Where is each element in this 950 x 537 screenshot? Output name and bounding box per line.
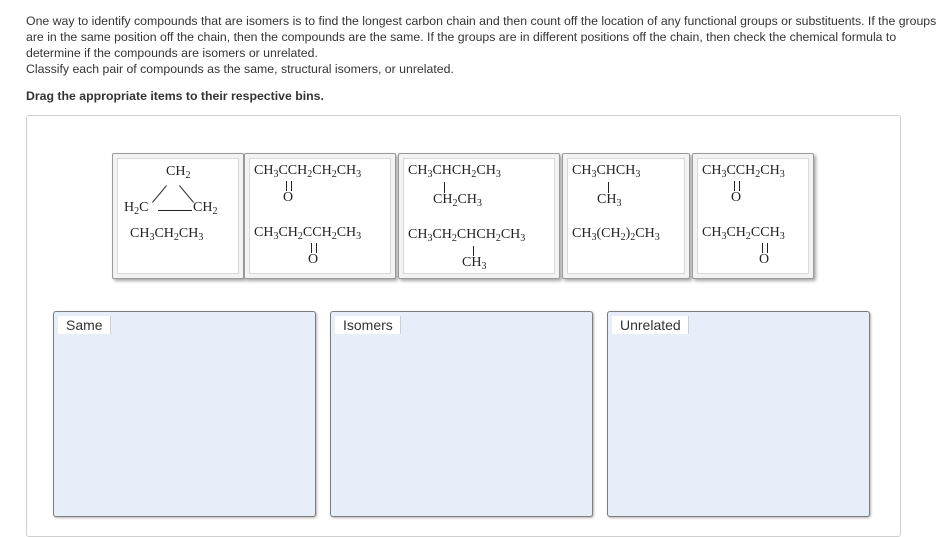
ring-bond-bottom — [158, 210, 192, 211]
alkane-top-formula: CH3CHCH2CH3 — [408, 163, 501, 180]
ring-left-h2c: H2C — [124, 200, 149, 217]
ring-bond-left — [152, 185, 167, 203]
ketone-top-formula: CH3CCH2CH2CH3 — [254, 163, 362, 180]
question-paragraph: One way to identify compounds that are i… — [26, 14, 937, 60]
methyl-substituent: CH3 — [597, 192, 622, 209]
butane-formula: CH3(CH2)2CH3 — [572, 226, 660, 243]
carbonyl-oxygen: O — [308, 252, 319, 267]
card-body: CH3CCH2CH2CH3 O CH3CH2CCH2CH3 O — [249, 158, 391, 274]
carbonyl-oxygen: O — [731, 190, 742, 205]
bin-same[interactable]: Same — [53, 311, 316, 517]
bin-isomers[interactable]: Isomers — [330, 311, 593, 517]
isobutane-formula: CH3CHCH3 — [572, 163, 641, 180]
draggable-card-cyclopropane-propane[interactable]: CH2 H2C CH2 CH3CH2CH3 — [112, 153, 244, 279]
card-body: CH3CHCH3 CH3 CH3(CH2)2CH3 — [567, 158, 685, 274]
bin-unrelated[interactable]: Unrelated — [607, 311, 870, 517]
question-text: One way to identify compounds that are i… — [26, 13, 941, 77]
carbonyl-oxygen: O — [759, 252, 770, 267]
draggable-card-2-pentanone-3-pentanone[interactable]: CH3CCH2CH2CH3 O CH3CH2CCH2CH3 O — [244, 153, 396, 279]
carbonyl-oxygen: O — [283, 190, 294, 205]
draggable-card-butanone[interactable]: CH3CCH2CH3 O CH3CH2CCH3 O — [692, 153, 814, 279]
alkane-bottom-formula: CH3CH2CHCH2CH3 — [408, 227, 526, 244]
card-body: CH3CCH2CH3 O CH3CH2CCH3 O — [697, 158, 809, 274]
bin-label: Isomers — [335, 316, 401, 334]
ketone-top-formula: CH3CCH2CH3 — [702, 163, 785, 180]
card-body: CH2 H2C CH2 CH3CH2CH3 — [117, 158, 239, 274]
question-task: Classify each pair of compounds as the s… — [26, 62, 454, 76]
ring-bond-right — [179, 185, 194, 203]
ketone-bottom-formula: CH3CH2CCH2CH3 — [254, 225, 362, 242]
draggable-card-isobutane-butane[interactable]: CH3CHCH3 CH3 CH3(CH2)2CH3 — [562, 153, 690, 279]
methyl-substituent: CH3 — [462, 255, 487, 272]
ring-top-ch2: CH2 — [166, 164, 191, 181]
ring-right-ch2: CH2 — [193, 200, 218, 217]
ketone-bottom-formula: CH3CH2CCH3 — [702, 225, 785, 242]
card-body: CH3CHCH2CH3 CH2CH3 CH3CH2CHCH2CH3 CH3 — [403, 158, 555, 274]
draggable-card-branched-alkanes[interactable]: CH3CHCH2CH3 CH2CH3 CH3CH2CHCH2CH3 CH3 — [398, 153, 560, 279]
ethyl-substituent: CH2CH3 — [433, 192, 482, 209]
bin-label: Same — [58, 316, 111, 334]
bin-label: Unrelated — [612, 316, 689, 334]
propane-formula: CH3CH2CH3 — [130, 226, 204, 243]
drag-instruction: Drag the appropriate items to their resp… — [26, 89, 324, 103]
